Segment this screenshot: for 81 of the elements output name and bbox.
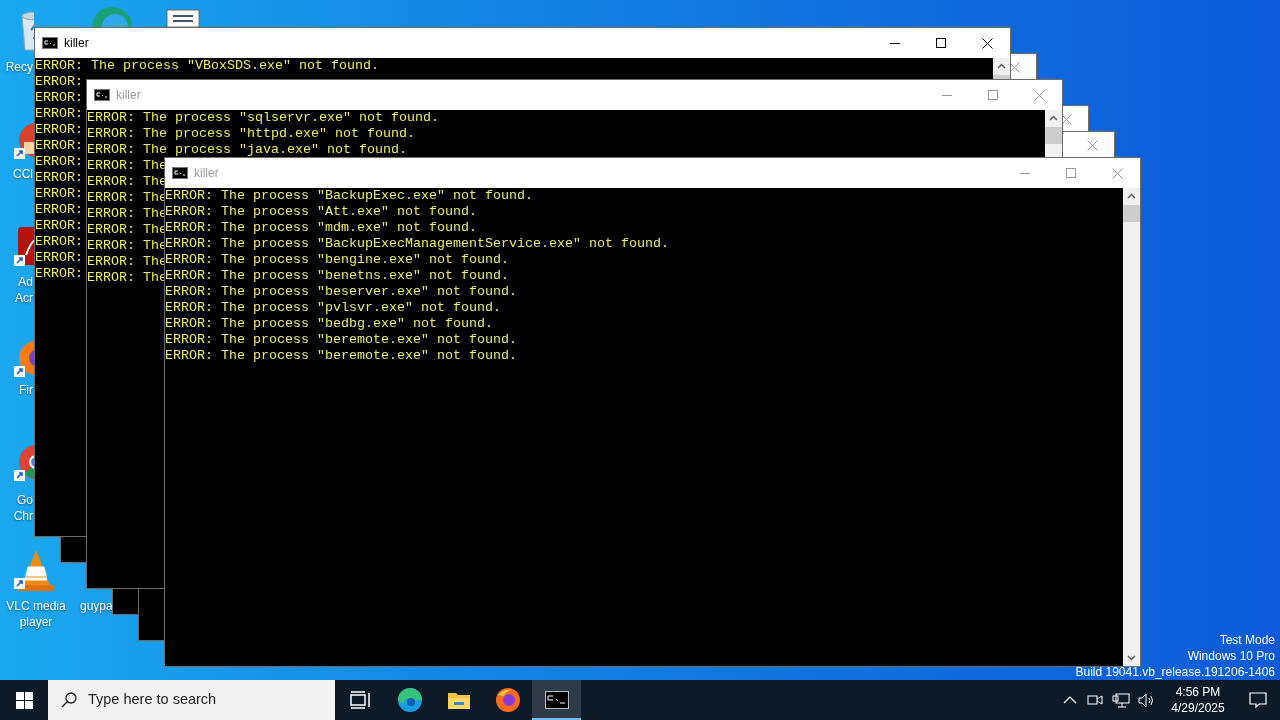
console-line: ERROR: The process "BackupExecManagementService.exe" not found. xyxy=(165,236,669,252)
console-line: ERROR: xyxy=(35,234,83,250)
speech-bubble-icon xyxy=(1249,691,1267,709)
console-line: ERROR: xyxy=(35,90,83,106)
task-view-icon xyxy=(349,691,372,709)
console-line: ERROR: xyxy=(35,170,83,186)
firefox-icon xyxy=(494,687,521,713)
document-icon[interactable] xyxy=(165,8,201,27)
console-line: ERROR: The process "bedbg.exe" not found. xyxy=(165,316,493,332)
edge-icon xyxy=(396,687,423,713)
windows-logo-icon xyxy=(15,691,33,709)
scroll-thumb[interactable] xyxy=(1045,127,1062,144)
console-line: ERROR: The process "beserver.exe" not found. xyxy=(165,284,517,300)
console-line: ERROR: The process "bengine.exe" not found. xyxy=(165,252,509,268)
desktop-icon-label: guypa xyxy=(80,598,113,614)
maximize-icon xyxy=(988,90,998,100)
minimize-icon xyxy=(942,94,952,96)
console-line: ERROR: xyxy=(35,122,83,138)
console-icon xyxy=(544,691,569,709)
search-icon[interactable] xyxy=(48,680,88,720)
clock[interactable]: 4:56 PM 4/29/2025 xyxy=(1160,684,1236,716)
close-icon xyxy=(1061,113,1072,125)
window-title: killer xyxy=(116,87,141,104)
console-line: ERROR: xyxy=(35,154,83,170)
console-line: ERROR: xyxy=(35,186,83,202)
console-line: ERROR: The process "BackupExec.exe" not found. xyxy=(165,188,533,204)
close-icon xyxy=(1033,89,1045,101)
clock-date: 4/29/2025 xyxy=(1171,700,1225,716)
window-title: killer xyxy=(194,165,219,182)
search-field[interactable]: Type here to search xyxy=(88,680,335,720)
close-icon xyxy=(981,37,993,49)
scroll-thumb[interactable] xyxy=(1123,205,1140,222)
console-line: ERROR: The process "sqlservr.exe" not found. xyxy=(87,110,439,126)
desktop-icon-label: Recy xyxy=(5,59,33,75)
console-line: ERROR: The process "java.exe" not found. xyxy=(87,142,407,158)
desktop-icon-label: Fir xyxy=(19,382,33,398)
clock-time: 4:56 PM xyxy=(1175,684,1221,700)
console-icon xyxy=(172,167,188,179)
window-title: killer xyxy=(64,35,89,52)
desktop-icon-label: player xyxy=(19,614,53,630)
chevron-up-icon[interactable] xyxy=(1063,696,1077,704)
console-line: ERROR: xyxy=(35,250,83,266)
os-notice-text: Test Mode xyxy=(1219,632,1275,648)
console-line: ERROR: xyxy=(35,218,83,234)
console-line: ERROR: The process "Att.exe" not found. xyxy=(165,204,477,220)
close-icon xyxy=(1009,61,1020,73)
maximize-icon xyxy=(936,38,946,48)
network-icon[interactable] xyxy=(1112,692,1130,708)
folder-icon xyxy=(446,690,471,710)
close-icon xyxy=(1111,167,1123,179)
console-line: ERROR: The process "mdm.exe" not found. xyxy=(165,220,477,236)
active-indicator xyxy=(532,718,581,720)
console-line: ERROR: The process "VBoxSDS.exe" not found. xyxy=(35,58,379,74)
desktop-icon-label: Acr xyxy=(15,290,33,306)
camera-icon[interactable] xyxy=(1087,693,1103,707)
minimize-icon xyxy=(1020,172,1030,174)
console-line: ERROR: The process "beremote.exe" not found. xyxy=(165,332,517,348)
console-icon xyxy=(42,37,58,49)
close-icon xyxy=(1087,139,1098,151)
volume-icon[interactable] xyxy=(1138,692,1156,708)
maximize-icon xyxy=(1066,168,1076,178)
minimize-icon xyxy=(890,42,900,44)
console-line: ERROR: xyxy=(35,74,83,90)
console-line: ERROR: The process "beremote.exe" not found. xyxy=(165,348,517,364)
console-line: ERROR: The process "benetns.exe" not found. xyxy=(165,268,509,284)
desktop-icon-label: Go xyxy=(17,492,33,508)
desktop-icon-label: VLC media xyxy=(6,598,66,614)
scroll-thumb[interactable] xyxy=(993,75,1010,79)
os-notice-text: Windows 10 Pro xyxy=(1187,648,1275,664)
console-line: ERROR: xyxy=(35,202,83,218)
console-line: ERROR: xyxy=(35,106,83,122)
console-icon xyxy=(94,89,110,101)
desktop-icon-label: CCl xyxy=(13,166,33,182)
console-line: ERROR: xyxy=(35,138,83,154)
console-line: ERROR: The process "httpd.exe" not found. xyxy=(87,126,415,142)
os-notice-text: Build 19041.vb_release.191206-1406 xyxy=(1075,664,1275,680)
console-line: ERROR: The process "pvlsvr.exe" not found. xyxy=(165,300,501,316)
console-line: ERROR: xyxy=(35,266,83,282)
desktop-icon-label: Chr xyxy=(13,508,33,524)
taskbar-app-button[interactable] xyxy=(532,680,581,720)
desktop-icon-label: Ad xyxy=(18,274,33,290)
